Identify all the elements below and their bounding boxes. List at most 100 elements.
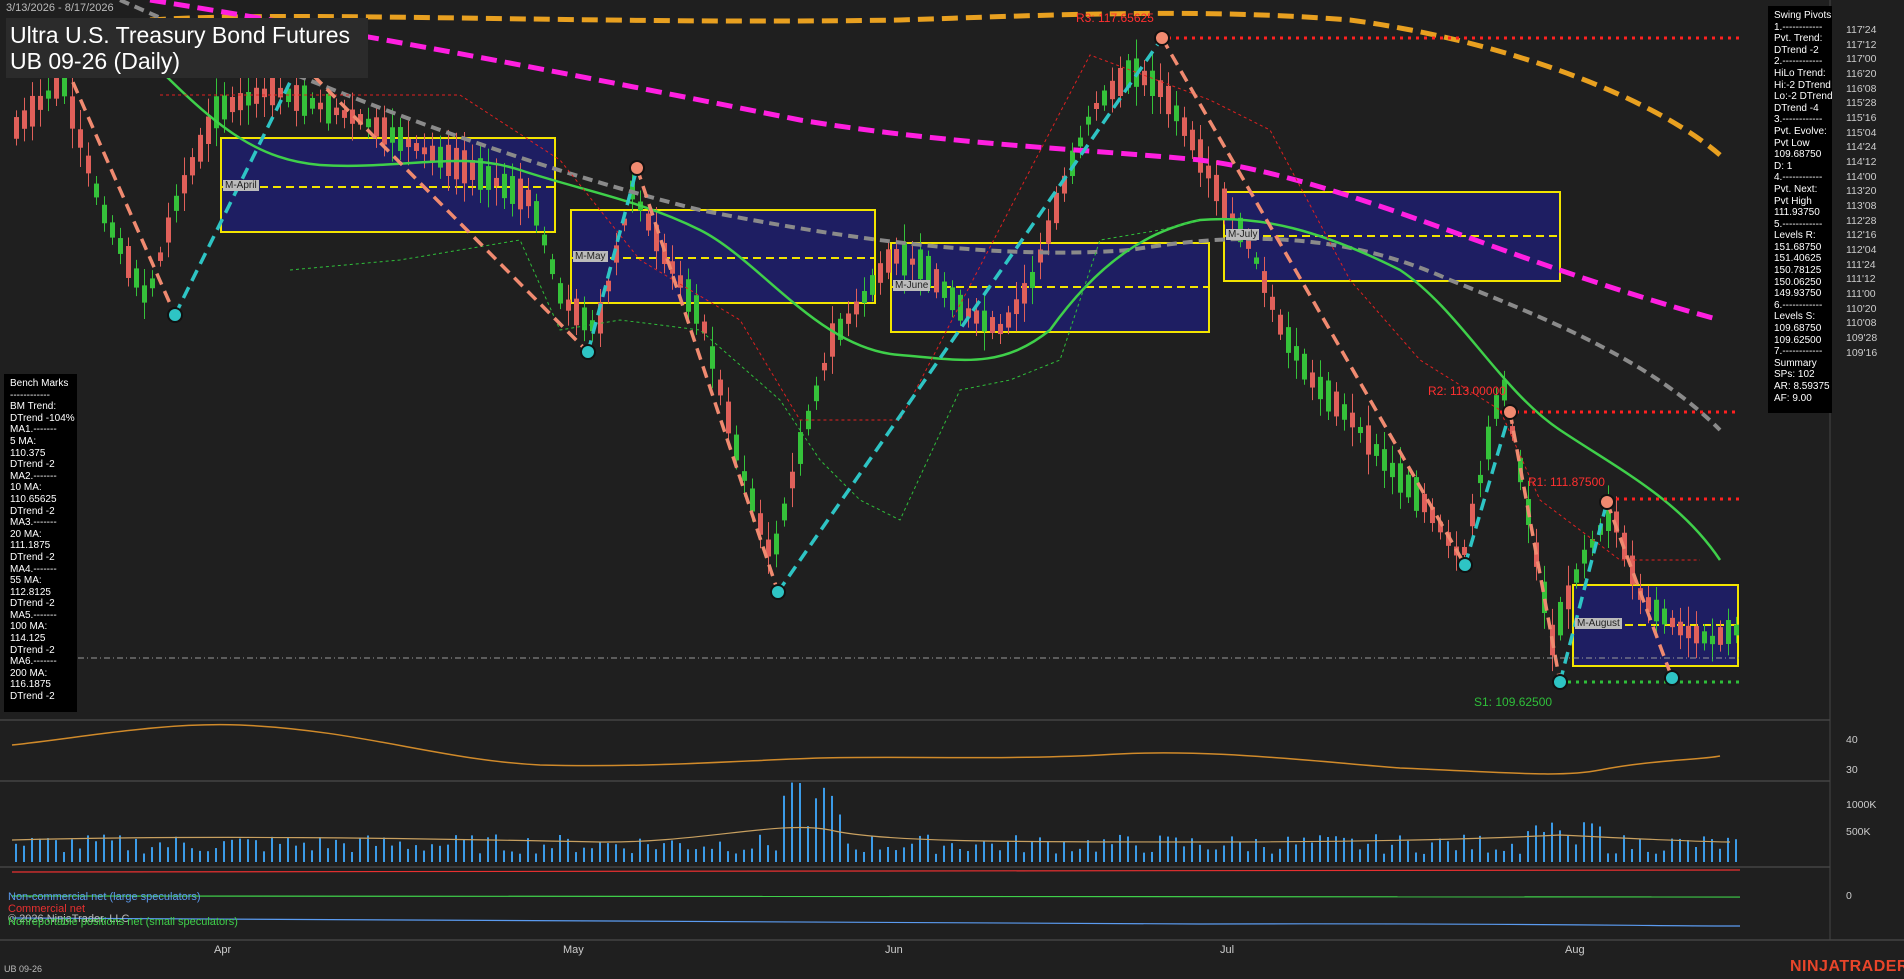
candle-body (870, 275, 875, 295)
swing-pivot-marker (1502, 404, 1518, 420)
candle-body (1334, 391, 1339, 417)
swing-pivots-panel: Swing Pivots 1.------------ Pvt. Trend: DTr… (1768, 6, 1833, 413)
candle-body (342, 110, 347, 118)
bench-line: 110.65625 (10, 493, 57, 505)
candle-body (1470, 503, 1475, 527)
bench-line: Bench Marks (10, 378, 69, 389)
candle-body (1710, 635, 1715, 645)
candle-body (1422, 493, 1427, 513)
pivots-line: 4.------------ (1774, 172, 1823, 184)
price-axis-label: 111'24 (1846, 258, 1876, 271)
candle-body (334, 107, 339, 116)
candle-body (886, 249, 891, 273)
bench-line: 111.1875 (10, 540, 51, 552)
pivots-line: HiLo Trend: (1774, 67, 1826, 79)
candle-body (846, 313, 851, 324)
legend-noncommercial: Non-commercial net (large speculators) (8, 891, 201, 903)
candle-body (1686, 625, 1691, 639)
candle-body (1078, 137, 1083, 147)
candle-body (1046, 220, 1051, 244)
price-axis-label: 112'16 (1846, 229, 1877, 242)
candle-body (942, 281, 947, 298)
price-axis-label: 109'28 (1846, 332, 1878, 345)
candle-body (254, 87, 259, 104)
candle-body (566, 299, 571, 311)
candle-body (1174, 105, 1179, 122)
candle-body (1214, 174, 1219, 202)
chart-subtitle: UB 09-26 (Daily) (10, 48, 180, 74)
candle-body (686, 279, 691, 312)
month-box-label: M-June (893, 280, 931, 291)
bench-line: 5 MA: (10, 435, 37, 447)
candle-body (1574, 569, 1579, 583)
nonreportable-net-line (11, 895, 1741, 898)
price-chart[interactable] (0, 0, 1904, 979)
candle-body (1254, 257, 1259, 264)
candle-body (1086, 116, 1091, 125)
price-axis-label: 116'20 (1846, 68, 1877, 80)
candle-body (1726, 620, 1731, 644)
pivots-line: Pvt. Next: (1774, 183, 1818, 195)
price-axis-label: 111'00 (1846, 288, 1876, 301)
r3-label: R3: 117.65625 (1076, 11, 1154, 25)
candle-body (78, 129, 83, 148)
candle-body (190, 157, 195, 176)
candle-body (958, 294, 963, 321)
pivots-line: Summary (1774, 357, 1817, 369)
candle-body (1414, 477, 1419, 511)
bench-line: MA3.------- (10, 517, 57, 529)
candle-body (1694, 626, 1699, 644)
candle-body (1718, 627, 1723, 645)
candle-body (174, 195, 179, 211)
candle-body (918, 249, 923, 280)
candle-body (366, 118, 371, 128)
candle-body (262, 88, 267, 98)
legend-nonreportable: Nonreportable positions net (small specu… (8, 916, 238, 928)
candle-body (782, 503, 787, 521)
r2-label: R2: 113.00000 (1428, 384, 1506, 398)
price-axis-label: 117'00 (1846, 53, 1877, 66)
pivots-line: Pvt High (1774, 195, 1812, 207)
candle-body (894, 249, 899, 264)
candle-body (390, 127, 395, 143)
bench-line: 100 MA: (10, 621, 48, 633)
candle-body (1006, 312, 1011, 328)
footer-symbol: UB 09-26 (4, 964, 43, 974)
candle-body (1358, 426, 1363, 434)
candle-body (398, 127, 403, 151)
candle-body (798, 432, 803, 464)
candle-body (1262, 271, 1267, 293)
pivots-line: 150.78125 (1774, 265, 1822, 277)
candle-body (422, 147, 427, 155)
candle-body (70, 96, 75, 129)
candle-body (318, 102, 323, 110)
candle-body (158, 252, 163, 261)
candle-body (270, 74, 275, 106)
pivots-line: Pvt. Trend: (1774, 33, 1823, 45)
candle-body (1374, 444, 1379, 456)
candle-body (102, 204, 107, 224)
candle-body (1198, 139, 1203, 173)
candle-body (1478, 474, 1483, 484)
date-range: 3/13/2026 - 8/17/2026 (6, 2, 114, 14)
candle-body (934, 269, 939, 293)
candle-body (1382, 449, 1387, 471)
volume-axis-label: 1000K (1846, 799, 1877, 811)
candle-body (1110, 80, 1115, 100)
candle-body (814, 385, 819, 402)
candle-body (998, 323, 1003, 335)
month-label: May (563, 944, 584, 956)
candle-body (534, 201, 539, 226)
candle-body (1326, 380, 1331, 412)
price-axis-label: 115'04 (1846, 126, 1877, 139)
candle-body (1702, 631, 1707, 644)
price-axis-label: 109'16 (1846, 346, 1878, 359)
candle-body (414, 143, 419, 151)
candle-body (86, 155, 91, 174)
candle-body (1462, 547, 1467, 555)
candle-body (750, 488, 755, 512)
pivots-line: DTrend -2 (1774, 44, 1819, 56)
bench-marks-panel: Bench Marks ------------ BM Trend: DTrend -… (4, 374, 77, 712)
candle-body (1582, 549, 1587, 564)
candle-body (1406, 474, 1411, 498)
